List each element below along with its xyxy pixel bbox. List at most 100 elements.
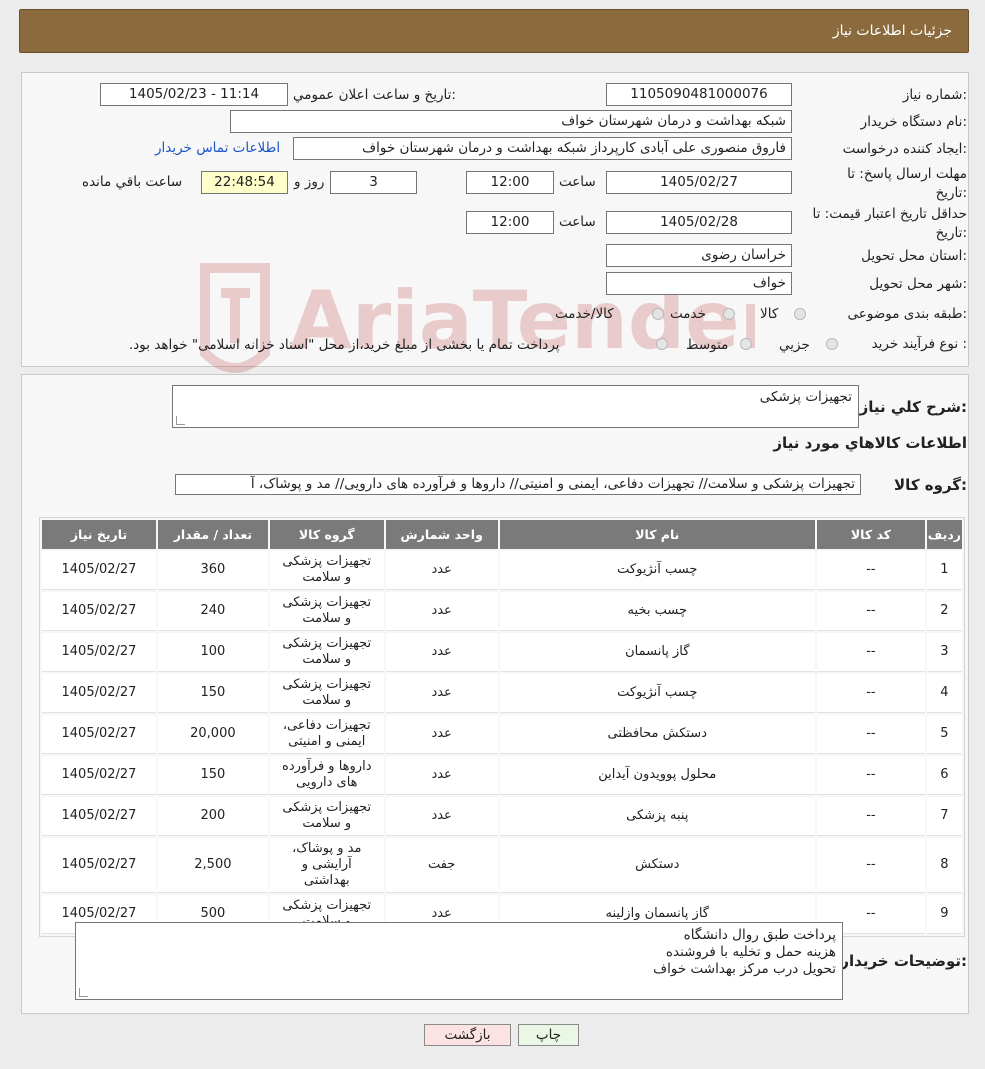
cell-idx: 7 [926, 797, 962, 836]
city-field: خواف [606, 272, 792, 295]
deadline-label: مهلت ارسال پاسخ: تا تاريخ: [847, 166, 967, 201]
creator-field: فاروق منصوری علی آبادی کارپرداز شبکه بهد… [293, 137, 792, 160]
note-line: تحویل درب مرکز بهداشت خواف [653, 961, 836, 977]
cell-qty: 150 [157, 756, 268, 795]
deadline-time-field: 12:00 [466, 171, 554, 194]
cell-name: چسب آنژیوکت [499, 674, 815, 713]
creator-label: ايجاد کننده درخواست: [842, 141, 967, 157]
cell-unit: عدد [385, 674, 498, 713]
print-button[interactable]: چاپ [518, 1024, 579, 1046]
cell-group: تجهیزات پزشکی و سلامت [269, 674, 384, 713]
cell-name: پنبه پزشکی [499, 797, 815, 836]
table-row: 6 -- محلول پوویدون آیداین عدد داروها و فرآور… [42, 756, 962, 795]
goods-heading: اطلاعات کالاهاي مورد نياز [773, 434, 967, 452]
cell-date: 1405/02/27 [42, 756, 156, 795]
col-date: تاريخ نياز [42, 520, 156, 549]
cell-idx: 3 [926, 633, 962, 672]
days-field: 3 [330, 171, 417, 194]
buyer-contact-link[interactable]: اطلاعات تماس خريدار [155, 140, 280, 156]
process-note: پرداخت تمام یا بخشی از مبلغ خرید،از محل … [129, 337, 560, 353]
table-row: 3 -- گاز پانسمان عدد تجهیزات پزشکی و سلامت 10… [42, 633, 962, 672]
cell-group: مد و پوشاک، آرایشی و بهداشتی [269, 838, 384, 893]
cell-group: تجهیزات پزشکی و سلامت [269, 592, 384, 631]
cell-name: چسب آنژیوکت [499, 551, 815, 590]
cell-group: تجهیزات پزشکی و سلامت [269, 633, 384, 672]
validity-time-label: ساعت [559, 214, 596, 230]
need-number-field: 1105090481000076 [606, 83, 792, 106]
city-label: شهر محل تحويل: [869, 276, 967, 292]
need-number-label: شماره نیاز: [902, 87, 967, 103]
description-textarea[interactable]: تجهیزات پزشکی [172, 385, 859, 428]
process-checkbox-treasury[interactable] [656, 338, 668, 350]
cell-idx: 4 [926, 674, 962, 713]
cell-name: محلول پوویدون آیداین [499, 756, 815, 795]
process-option-minor: جزيي [779, 337, 810, 353]
back-button[interactable]: بازگشت [424, 1024, 511, 1046]
cell-unit: عدد [385, 592, 498, 631]
description-label: شرح کلي نياز: [859, 398, 967, 416]
cell-qty: 200 [157, 797, 268, 836]
process-radio-medium[interactable] [740, 338, 752, 350]
note-line: هزینه حمل و تخلیه با فروشنده [665, 944, 836, 960]
note-line: پرداخت طبق روال دانشگاه [683, 927, 836, 943]
cell-date: 1405/02/27 [42, 633, 156, 672]
category-radio-both[interactable] [652, 308, 664, 320]
col-name: نام کالا [499, 520, 815, 549]
cell-qty: 20,000 [157, 715, 268, 754]
cell-idx: 1 [926, 551, 962, 590]
cell-date: 1405/02/27 [42, 674, 156, 713]
cell-qty: 2,500 [157, 838, 268, 893]
cell-date: 1405/02/27 [42, 592, 156, 631]
cell-unit: جفت [385, 838, 498, 893]
col-qty: تعداد / مقدار [157, 520, 268, 549]
category-option-goods: کالا [760, 306, 779, 322]
deadline-time-label: ساعت [559, 174, 596, 190]
category-radio-service[interactable] [723, 308, 735, 320]
page-header: جزئیات اطلاعات نیاز [19, 9, 969, 53]
col-index: رديف [926, 520, 962, 549]
validity-label: حداقل تاريخ اعتبار قيمت: تا تاريخ: [812, 206, 967, 241]
days-label: روز و [294, 174, 325, 190]
cell-name: دستکش [499, 838, 815, 893]
goods-group-label: گروه کالا: [894, 476, 967, 494]
cell-qty: 240 [157, 592, 268, 631]
table-row: 8 -- دستکش جفت مد و پوشاک، آرایشی و بهداشتی 2… [42, 838, 962, 893]
cell-code: -- [816, 633, 925, 672]
col-group: گروه کالا [269, 520, 384, 549]
category-option-service: خدمت [670, 306, 706, 322]
goods-table: رديف کد کالا نام کالا واحد شمارش گروه کا… [39, 517, 965, 937]
validity-date-field: 1405/02/28 [606, 211, 792, 234]
cell-code: -- [816, 551, 925, 590]
cell-group: تجهیزات پزشکی و سلامت [269, 797, 384, 836]
category-radio-goods[interactable] [794, 308, 806, 320]
cell-name: گاز پانسمان [499, 633, 815, 672]
cell-code: -- [816, 715, 925, 754]
cell-unit: عدد [385, 756, 498, 795]
cell-code: -- [816, 674, 925, 713]
buyer-org-field: شبکه بهداشت و درمان شهرستان خواف [230, 110, 792, 133]
table-row: 1 -- چسب آنژیوکت عدد تجهیزات پزشکی و سلامت 36… [42, 551, 962, 590]
announce-field: 1405/02/23 - 11:14 [100, 83, 288, 106]
deadline-date-field: 1405/02/27 [606, 171, 792, 194]
cell-code: -- [816, 838, 925, 893]
cell-group: تجهیزات دفاعی، ایمنی و امنیتی [269, 715, 384, 754]
cell-unit: عدد [385, 715, 498, 754]
category-option-both: کالا/خدمت [555, 306, 614, 322]
table-row: 5 -- دستکش محافظتی عدد تجهیزات دفاعی، ایمنی … [42, 715, 962, 754]
cell-date: 1405/02/27 [42, 715, 156, 754]
goods-group-field: تجهیزات پزشکی و سلامت// تجهیزات دفاعی، ا… [175, 474, 861, 495]
cell-group: داروها و فرآورده های دارویی [269, 756, 384, 795]
cell-group: تجهیزات پزشکی و سلامت [269, 551, 384, 590]
process-label: نوع فرآيند خريد : [871, 336, 967, 352]
process-radio-minor[interactable] [826, 338, 838, 350]
remaining-label: ساعت باقي مانده [82, 174, 183, 190]
cell-idx: 6 [926, 756, 962, 795]
buyer-notes-textarea[interactable]: پرداخت طبق روال دانشگاه هزینه حمل و تخلی… [75, 922, 843, 1000]
resize-handle-icon[interactable] [79, 988, 88, 997]
description-text: تجهیزات پزشکی [759, 389, 852, 405]
table-header-row: رديف کد کالا نام کالا واحد شمارش گروه کا… [42, 520, 962, 549]
resize-handle-icon[interactable] [176, 416, 185, 425]
cell-name: چسب بخیه [499, 592, 815, 631]
cell-date: 1405/02/27 [42, 838, 156, 893]
col-code: کد کالا [816, 520, 925, 549]
